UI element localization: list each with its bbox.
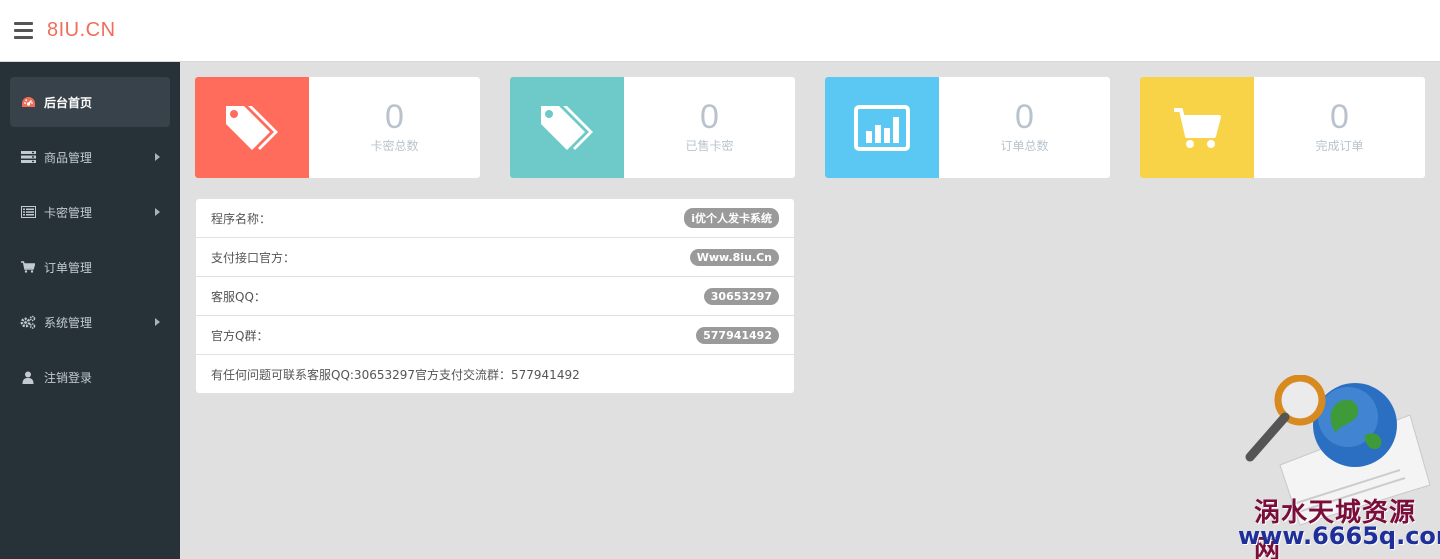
info-row-contact-note: 有任何问题可联系客服QQ:30653297官方支付交流群：577941492	[196, 355, 794, 394]
sidebar-item-label: 商品管理	[44, 150, 93, 165]
user-icon	[20, 370, 36, 384]
stat-card-total-cards: 0 卡密总数	[195, 77, 480, 178]
sidebar-item-label: 注销登录	[44, 370, 93, 385]
server-icon	[20, 150, 36, 164]
chevron-right-icon	[155, 208, 160, 216]
cart-icon	[1140, 77, 1254, 178]
tags-icon	[510, 77, 624, 178]
stat-value: 0	[1330, 98, 1349, 136]
list-icon	[20, 205, 36, 219]
chevron-right-icon	[155, 318, 160, 326]
sidebar-item-cards[interactable]: 卡密管理	[10, 187, 170, 237]
info-row-program-name: 程序名称： i优个人发卡系统	[196, 199, 794, 238]
sidebar-item-products[interactable]: 商品管理	[10, 132, 170, 182]
info-row-payment-official: 支付接口官方： Www.8iu.Cn	[196, 238, 794, 277]
info-label: 官方Q群：	[211, 328, 269, 343]
stat-label: 订单总数	[1000, 139, 1049, 153]
watermark-url: www.6665q.com	[1238, 522, 1440, 550]
top-header: 8IU.CN	[0, 0, 1440, 62]
stat-value: 0	[385, 98, 404, 136]
stat-label: 完成订单	[1315, 139, 1364, 153]
info-row-qq-group: 官方Q群： 577941492	[196, 316, 794, 355]
info-badge: 30653297	[703, 287, 779, 305]
info-label: 支付接口官方：	[211, 250, 296, 265]
info-row-support-qq: 客服QQ： 30653297	[196, 277, 794, 316]
sidebar-item-orders[interactable]: 订单管理	[10, 242, 170, 292]
stat-label: 已售卡密	[685, 139, 734, 153]
stat-card-completed-orders: 0 完成订单	[1140, 77, 1425, 178]
brand-logo[interactable]: 8IU.CN	[47, 19, 116, 42]
sidebar-item-label: 卡密管理	[44, 205, 93, 220]
info-label: 客服QQ：	[211, 289, 266, 304]
sidebar-item-logout[interactable]: 注销登录	[10, 352, 170, 402]
stat-card-total-orders: 0 订单总数	[825, 77, 1110, 178]
menu-toggle-icon[interactable]	[14, 22, 33, 40]
gears-icon	[20, 315, 36, 329]
sidebar-item-dashboard[interactable]: 后台首页	[10, 77, 170, 127]
sidebar-item-label: 订单管理	[44, 260, 93, 275]
info-badge: 577941492	[696, 326, 779, 344]
dashboard-icon	[20, 95, 36, 109]
info-badge: i优个人发卡系统	[684, 208, 779, 228]
info-badge: Www.8iu.Cn	[689, 248, 779, 266]
sidebar-item-label: 系统管理	[44, 315, 93, 330]
system-info-panel: 程序名称： i优个人发卡系统 支付接口官方： Www.8iu.Cn 客服QQ： …	[196, 199, 794, 393]
cart-icon	[20, 260, 36, 274]
sidebar-item-label: 后台首页	[44, 95, 93, 110]
contact-note: 有任何问题可联系客服QQ:30653297官方支付交流群：577941492	[211, 368, 580, 382]
stat-value: 0	[1015, 98, 1034, 136]
stat-label: 卡密总数	[370, 139, 419, 153]
info-label: 程序名称：	[211, 211, 272, 226]
chevron-right-icon	[155, 153, 160, 161]
stat-card-sold-cards: 0 已售卡密	[510, 77, 795, 178]
bar-chart-icon	[825, 77, 939, 178]
tags-icon	[195, 77, 309, 178]
sidebar: 后台首页 商品管理 卡密管理 订单管理 系统管理 注销登录	[0, 62, 180, 559]
stat-value: 0	[700, 98, 719, 136]
sidebar-item-system[interactable]: 系统管理	[10, 297, 170, 347]
